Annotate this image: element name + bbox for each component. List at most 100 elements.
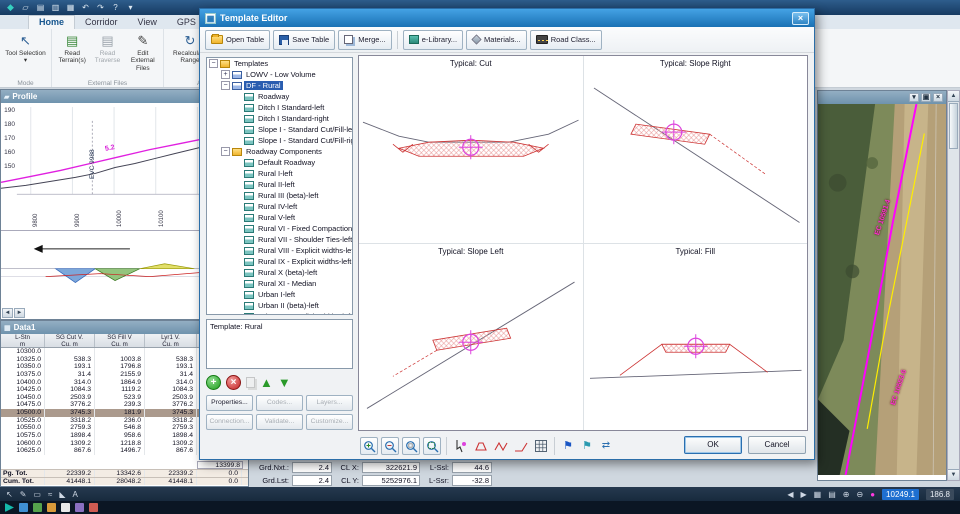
- quick-access-dropdown-icon[interactable]: ▾: [125, 2, 136, 13]
- template-description-box[interactable]: Template: Rural: [206, 319, 353, 369]
- tool-selection-button[interactable]: ↖ Tool Selection ▾: [3, 31, 48, 76]
- tree-item[interactable]: Rural XI - Median: [207, 278, 352, 289]
- map-window-titlebar[interactable]: ▾ ▣ ×: [818, 91, 946, 104]
- column-header[interactable]: L-Stn m: [1, 334, 45, 347]
- dialog-close-icon[interactable]: ×: [792, 12, 809, 25]
- tree-item[interactable]: Urban I-left: [207, 289, 352, 300]
- preview-pane-slope-left[interactable]: Typical: Slope Left: [359, 244, 583, 431]
- tree-item[interactable]: Slope I - Standard Cut/Fill-left: [207, 124, 352, 135]
- move-down-button[interactable]: ▼: [278, 375, 291, 390]
- ok-button[interactable]: OK: [684, 436, 742, 454]
- tree-item[interactable]: Ditch I Standard-right: [207, 113, 352, 124]
- zoom-window-button[interactable]: [402, 437, 420, 455]
- validate-button[interactable]: Validate...: [256, 414, 303, 430]
- connection-button[interactable]: Connection...: [206, 414, 253, 430]
- zoom-in-button[interactable]: [360, 437, 378, 455]
- add-template-button[interactable]: +: [206, 375, 221, 390]
- select-tool-icon[interactable]: ↖: [6, 488, 13, 501]
- dialog-titlebar[interactable]: ▦ Template Editor ×: [200, 9, 814, 27]
- read-terrains-button[interactable]: ▤ Read Terrain(s): [55, 31, 89, 76]
- redo-icon[interactable]: ↷: [95, 2, 106, 13]
- slope-segment-tool[interactable]: [512, 438, 529, 455]
- tree-item[interactable]: Rural VI - Fixed Compaction-left: [207, 223, 352, 234]
- map-vertical-scrollbar[interactable]: ▲ ▼: [947, 90, 960, 481]
- template-tree[interactable]: −Templates+LOWV - Low Volume−DF - RuralR…: [206, 57, 353, 315]
- save-file-icon[interactable]: ▥: [50, 2, 61, 13]
- delete-template-button[interactable]: ×: [226, 375, 241, 390]
- swap-sides-tool[interactable]: ⇄: [598, 438, 614, 454]
- start-button-icon[interactable]: [5, 503, 14, 512]
- tree-item[interactable]: Slope I - Standard Cut/Fill-right: [207, 135, 352, 146]
- text-tool-icon[interactable]: A: [73, 488, 78, 501]
- zoom-out-button[interactable]: [381, 437, 399, 455]
- undo-icon[interactable]: ↶: [80, 2, 91, 13]
- scroll-right-icon[interactable]: ►: [14, 308, 25, 318]
- tree-item[interactable]: −DF - Rural: [207, 80, 352, 91]
- curve-tool-icon[interactable]: ≈: [48, 488, 52, 501]
- grid-view-tool[interactable]: [532, 438, 549, 455]
- taskbar-app-icon[interactable]: [61, 503, 70, 512]
- polyline-tool[interactable]: [492, 438, 509, 455]
- taskbar-app-icon[interactable]: [19, 503, 28, 512]
- pen-tool-icon[interactable]: ✎: [20, 488, 27, 501]
- new-document-icon[interactable]: ▱: [20, 2, 31, 13]
- grid-toggle-icon[interactable]: ▦: [814, 488, 822, 501]
- cross-section-scrollbar[interactable]: ◄ ►: [2, 308, 25, 318]
- open-file-icon[interactable]: ▤: [35, 2, 46, 13]
- preview-pane-fill[interactable]: Typical: Fill: [584, 244, 808, 431]
- tab-view[interactable]: View: [128, 16, 167, 29]
- tree-item[interactable]: Rural IV-left: [207, 201, 352, 212]
- tree-item[interactable]: Urban III - explicit widths-left: [207, 311, 352, 315]
- tree-item[interactable]: −Roadway Components: [207, 146, 352, 157]
- tree-item[interactable]: −Templates: [207, 58, 352, 69]
- copy-template-icon[interactable]: [246, 377, 255, 388]
- scroll-up-icon[interactable]: ▲: [948, 91, 959, 102]
- layers-button[interactable]: Layers...: [306, 395, 353, 411]
- edit-external-files-button[interactable]: ✎ Edit External Files: [126, 31, 160, 76]
- tree-item[interactable]: Rural X (beta)-left: [207, 267, 352, 278]
- tree-item[interactable]: Rural V-left: [207, 212, 352, 223]
- flag-alt-tool[interactable]: ⚑: [579, 438, 595, 454]
- column-header[interactable]: SG Fill V Cu. m: [95, 334, 145, 347]
- collapse-icon[interactable]: −: [209, 59, 218, 68]
- rectangle-tool-icon[interactable]: ▭: [33, 488, 41, 501]
- collapse-icon[interactable]: −: [221, 81, 230, 90]
- scroll-down-icon[interactable]: ▼: [948, 469, 959, 480]
- select-point-tool[interactable]: [452, 438, 469, 455]
- insert-segment-tool[interactable]: [472, 438, 489, 455]
- slope-tool-icon[interactable]: ◣: [59, 488, 65, 501]
- window-maximize-icon[interactable]: ▣: [921, 93, 931, 102]
- materials-button[interactable]: Materials...: [466, 30, 527, 50]
- cancel-button[interactable]: Cancel: [748, 436, 806, 454]
- flag-tool[interactable]: ⚑: [560, 438, 576, 454]
- open-table-button[interactable]: Open Table: [205, 30, 270, 50]
- properties-button[interactable]: Properties...: [206, 395, 253, 411]
- road-class-button[interactable]: Road Class...: [530, 30, 602, 50]
- preview-pane-slope-right[interactable]: Typical: Slope Right: [584, 56, 808, 243]
- taskbar-app-icon[interactable]: [33, 503, 42, 512]
- tree-item[interactable]: Ditch I Standard-left: [207, 102, 352, 113]
- tree-item[interactable]: Rural I-left: [207, 168, 352, 179]
- move-up-button[interactable]: ▲: [260, 375, 273, 390]
- customize-button[interactable]: Customize...: [306, 414, 353, 430]
- tree-item[interactable]: Default Roadway: [207, 157, 352, 168]
- help-icon[interactable]: ?: [110, 2, 121, 13]
- tree-item[interactable]: Roadway: [207, 91, 352, 102]
- save-table-button[interactable]: Save Table: [273, 30, 335, 50]
- preview-pane-cut[interactable]: Typical: Cut: [359, 56, 583, 243]
- tree-item[interactable]: Rural II-left: [207, 179, 352, 190]
- tree-item[interactable]: Urban II (beta)-left: [207, 300, 352, 311]
- tree-item[interactable]: Rural IX - Explicit widths-left: [207, 256, 352, 267]
- expand-icon[interactable]: +: [221, 70, 230, 79]
- tree-item[interactable]: Rural VIII - Explicit widths-left: [207, 245, 352, 256]
- column-header[interactable]: SG Cut V. Cu. m: [45, 334, 95, 347]
- taskbar-app-icon[interactable]: [75, 503, 84, 512]
- page-layout-icon[interactable]: ▤: [828, 488, 836, 501]
- zoom-in-icon[interactable]: ⊕: [843, 488, 850, 501]
- column-header[interactable]: Lyr1 V. Cu. m: [145, 334, 197, 347]
- collapse-icon[interactable]: −: [221, 147, 230, 156]
- scroll-left-icon[interactable]: ◄: [2, 308, 13, 318]
- tree-item[interactable]: Rural III (beta)-left: [207, 190, 352, 201]
- previous-station-icon[interactable]: ◀: [787, 488, 793, 501]
- window-close-icon[interactable]: ×: [933, 93, 943, 102]
